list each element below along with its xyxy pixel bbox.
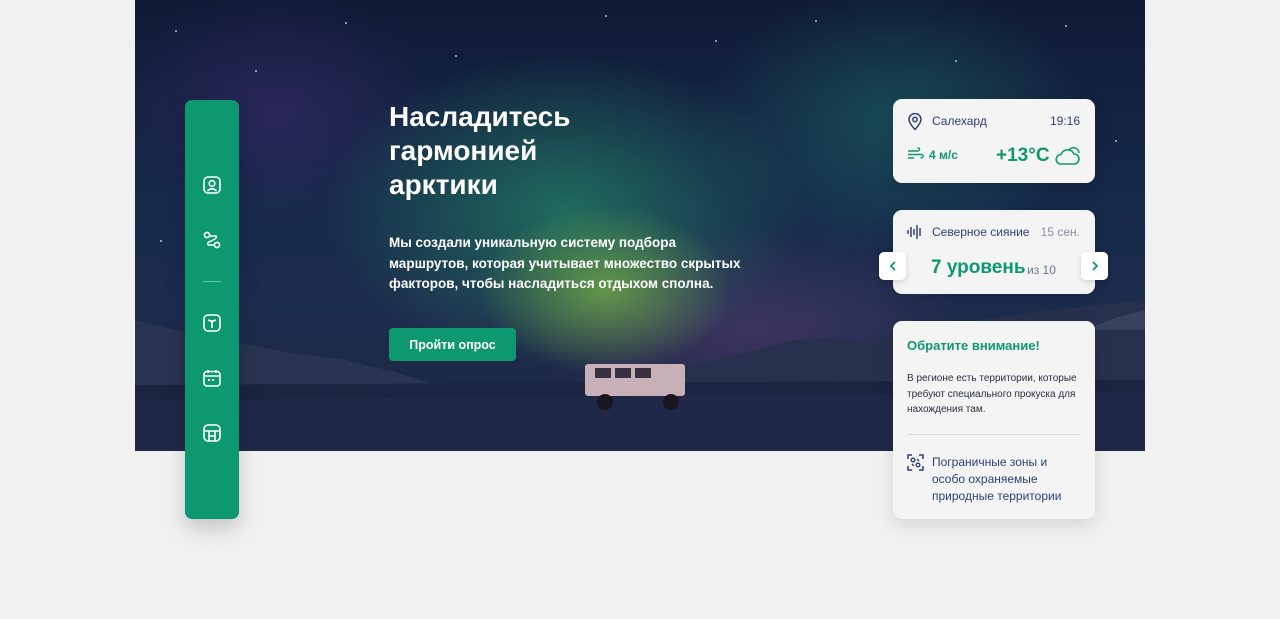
- calendar-icon[interactable]: [202, 368, 222, 388]
- aurora-of-total: из 10: [1027, 263, 1056, 277]
- protected-zones-link[interactable]: Пограничные зоны и особо охраняемые прир…: [932, 454, 1082, 505]
- profile-icon[interactable]: [202, 175, 222, 195]
- aurora-level: 7 уровень: [931, 257, 1026, 278]
- sidebar-nav: [185, 100, 239, 519]
- notice-text: В регионе есть территории, которые требу…: [907, 373, 1077, 415]
- notice-card: Обратите внимание! В регионе есть террит…: [893, 321, 1095, 519]
- aurora-prev-button[interactable]: [879, 252, 906, 280]
- gift-icon[interactable]: [202, 313, 222, 333]
- aurora-card: Северное сияние 15 сен. 7 уровень из 10: [893, 210, 1095, 294]
- hero-description: Мы создали уникальную систему подбора ма…: [389, 235, 741, 291]
- weather-time: 19:16: [1049, 114, 1080, 128]
- weather-city: Салехард: [932, 114, 987, 128]
- location-pin-icon: [908, 113, 922, 131]
- sidebar-divider: [203, 281, 221, 282]
- chevron-left-icon: [889, 261, 896, 271]
- wind-icon: [908, 147, 924, 159]
- wind-speed: 4 м/с: [929, 148, 958, 162]
- aurora-label: Северное сияние: [932, 225, 1030, 239]
- weather-card: Салехард 19:16 4 м/с +13°C: [893, 99, 1095, 183]
- route-icon[interactable]: [202, 230, 222, 250]
- aurora-date: 15 сен.: [1040, 225, 1080, 239]
- store-icon[interactable]: [202, 423, 222, 443]
- notice-title: Обратите внимание!: [907, 338, 1040, 353]
- hero-title: Насладитесь гармонией арктики: [389, 101, 571, 200]
- chevron-right-icon: [1091, 261, 1098, 271]
- border-zone-icon: [907, 454, 924, 471]
- aurora-next-button[interactable]: [1081, 252, 1108, 280]
- temperature: +13°C: [996, 145, 1050, 166]
- sound-wave-icon: [907, 225, 921, 239]
- cloud-sun-icon: [1055, 146, 1080, 165]
- notice-divider: [907, 434, 1081, 435]
- take-survey-button[interactable]: Пройти опрос: [389, 328, 516, 361]
